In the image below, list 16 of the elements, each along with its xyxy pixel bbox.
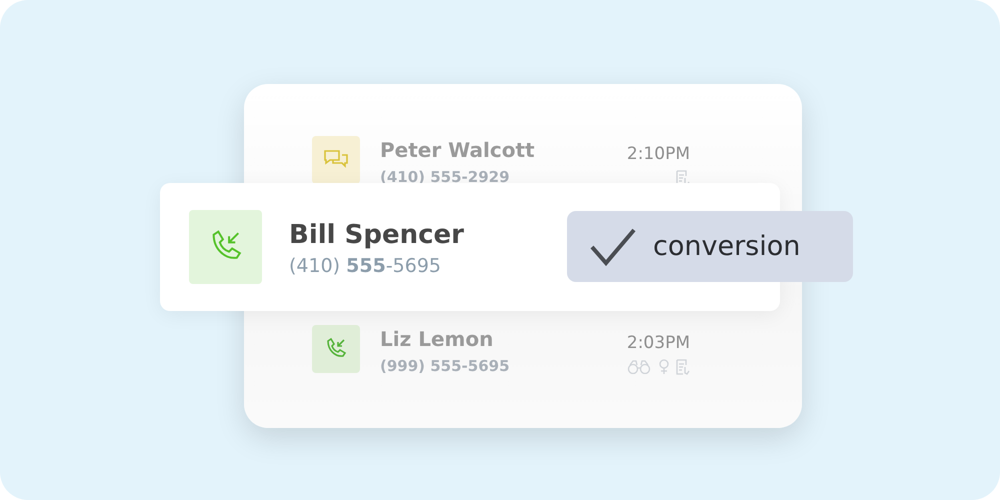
chat-icon xyxy=(312,136,360,184)
phone-icon xyxy=(189,210,262,284)
checkmark-icon xyxy=(589,226,637,266)
phone-number: (410) 555-2929 xyxy=(380,168,510,186)
contact-name: Liz Lemon xyxy=(380,326,494,353)
phone-icon xyxy=(312,325,360,373)
call-time: 2:10PM xyxy=(626,144,690,164)
phone-number: (410) 555-5695 xyxy=(289,255,442,277)
document-icon xyxy=(676,359,690,375)
female-icon xyxy=(658,359,670,375)
phone-number: (999) 555-5695 xyxy=(380,357,510,375)
contact-name: Bill Spencer xyxy=(289,219,464,252)
contact-name: Peter Walcott xyxy=(380,137,535,164)
call-time: 2:03PM xyxy=(626,333,690,353)
binoculars-icon xyxy=(626,360,652,374)
conversion-tag: conversion xyxy=(567,211,853,282)
